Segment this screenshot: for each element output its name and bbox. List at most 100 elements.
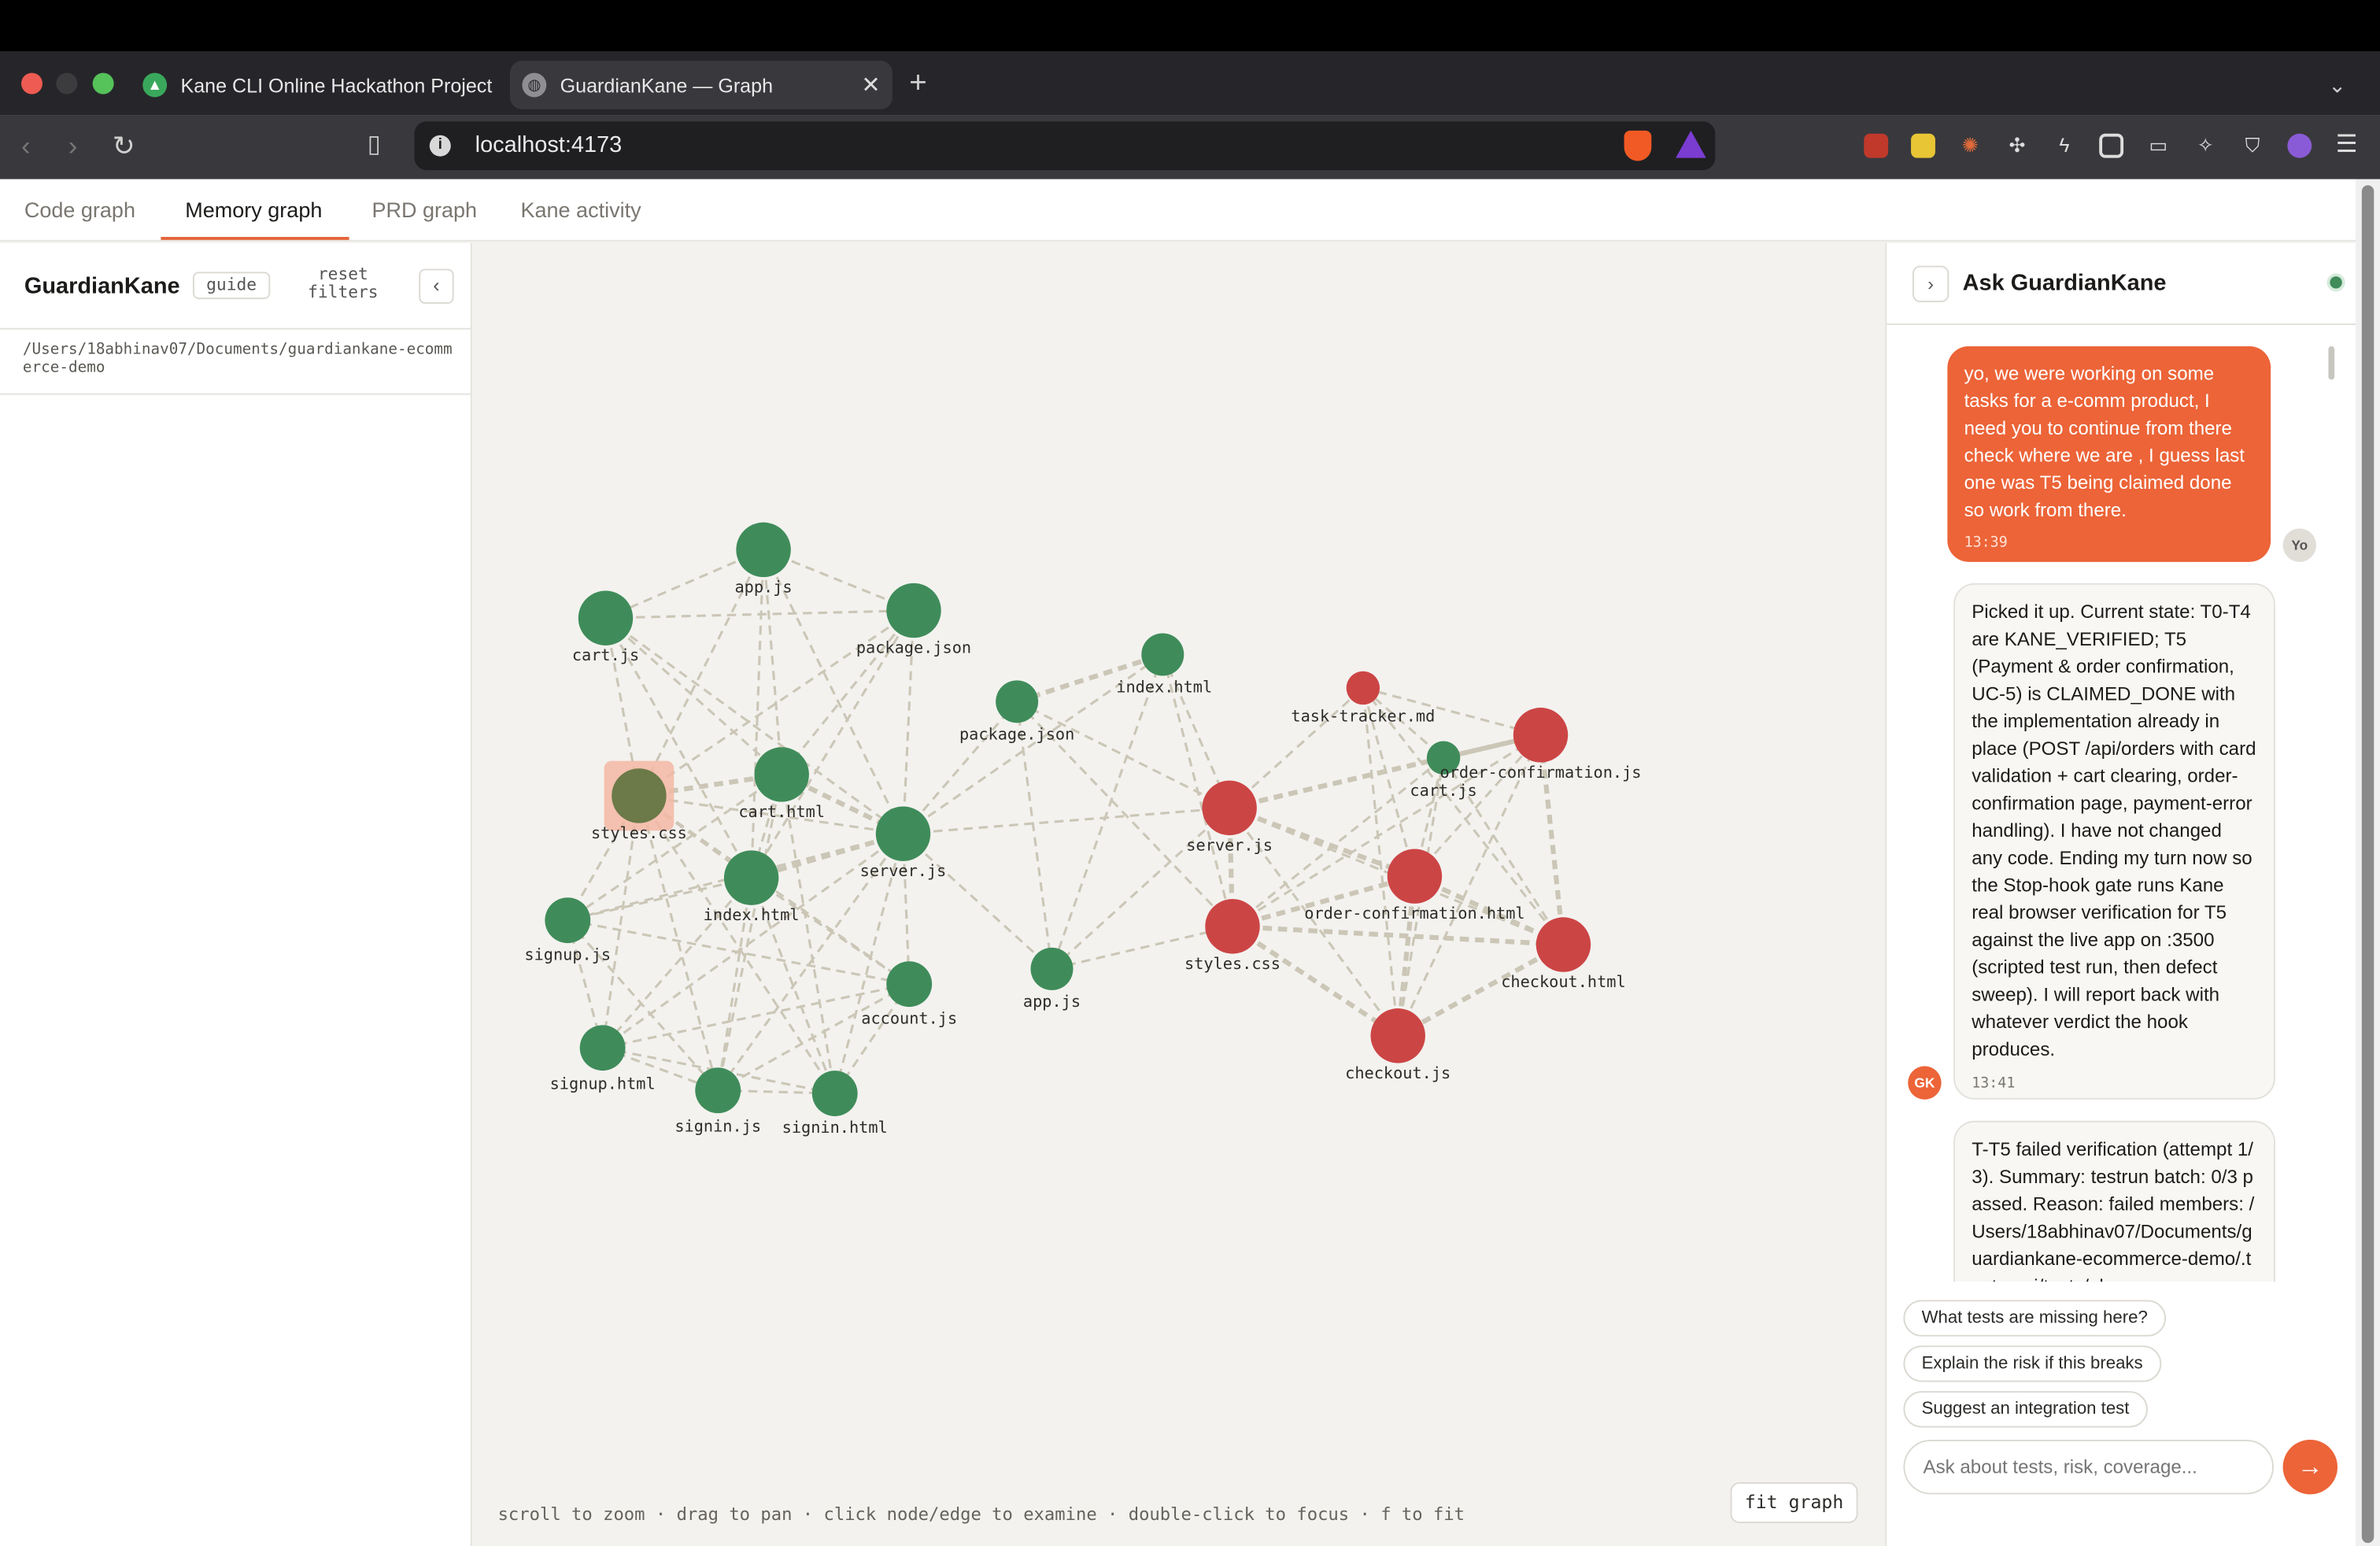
graph-node[interactable]: [695, 1067, 741, 1114]
wallet-icon[interactable]: ▭: [2146, 134, 2171, 158]
graph-edge[interactable]: [1232, 923, 1564, 948]
reset-filters-button[interactable]: reset filters: [298, 265, 389, 302]
graph-node-label: checkout.js: [1345, 1063, 1451, 1082]
graph-node[interactable]: [754, 747, 809, 802]
graph-node[interactable]: [612, 768, 667, 823]
extension-bolt-icon[interactable]: ϟ: [2052, 134, 2076, 158]
graph-edge[interactable]: [781, 609, 915, 775]
brave-rewards-icon[interactable]: [1676, 130, 1706, 158]
sidebar-toggle-icon[interactable]: [2099, 133, 2124, 158]
graph-edge[interactable]: [605, 609, 915, 620]
menu-icon[interactable]: ☰: [2334, 133, 2359, 158]
close-window-icon[interactable]: [20, 72, 42, 94]
chat-title: Ask GuardianKane: [1962, 270, 2167, 297]
reload-icon[interactable]: ↻: [113, 131, 135, 161]
graph-node-label: app.js: [1023, 992, 1081, 1011]
graph-node-label: order-confirmation.js: [1440, 763, 1642, 782]
globe-icon: ◍: [522, 72, 547, 98]
graph-node[interactable]: [1370, 1008, 1425, 1063]
sidebar: GuardianKane guide reset filters ‹ /User…: [0, 242, 472, 1546]
graph-edge[interactable]: [1051, 654, 1164, 970]
browser-tab-hackathon[interactable]: ▲ Kane CLI Online Hackathon Project: [131, 61, 495, 109]
chat-input[interactable]: [1903, 1439, 2274, 1495]
graph-node[interactable]: [723, 850, 779, 905]
graph-edge[interactable]: [1231, 924, 1399, 1038]
graph-node[interactable]: [1205, 899, 1260, 954]
fit-graph-button[interactable]: fit graph: [1730, 1481, 1858, 1524]
graph-node[interactable]: [1536, 917, 1591, 972]
graph-edge[interactable]: [902, 833, 1053, 971]
graph-node[interactable]: [736, 522, 791, 578]
extension-fox-icon[interactable]: [1864, 133, 1889, 158]
tab-code-graph[interactable]: Code graph: [24, 198, 135, 222]
graph-node[interactable]: [1141, 633, 1184, 676]
graph-edge[interactable]: [717, 982, 910, 1092]
graph-node-label: account.js: [861, 1008, 957, 1027]
chat-messages: yo, we were working on some tasks for a …: [1885, 325, 2356, 1282]
minimize-window-icon[interactable]: [56, 72, 78, 94]
extension-badge-icon[interactable]: [1911, 133, 1935, 158]
graph-node[interactable]: [996, 680, 1039, 723]
profile-avatar-icon[interactable]: [2287, 133, 2312, 158]
site-info-icon[interactable]: i: [429, 135, 451, 157]
memory-graph-svg[interactable]: app.js cart.js package.json styles.css cart.…: [472, 243, 1885, 1546]
back-icon[interactable]: ‹: [21, 131, 31, 161]
graph-node-label: checkout.html: [1501, 972, 1625, 991]
new-tab-button[interactable]: +: [909, 68, 927, 99]
graph-canvas[interactable]: app.js cart.js package.json styles.css cart.…: [471, 242, 1886, 1546]
expand-chat-icon[interactable]: ›: [1912, 265, 1949, 302]
browser-tab-graph[interactable]: ◍ GuardianKane — Graph ✕: [509, 61, 893, 109]
extension-sparkle-icon[interactable]: ✺: [1958, 134, 1983, 158]
browser-tab-title: GuardianKane — Graph: [560, 73, 774, 97]
page-scroll-thumb[interactable]: [2361, 185, 2374, 1544]
suggestion-explain-risk[interactable]: Explain the risk if this breaks: [1903, 1345, 2161, 1382]
tab-kane-activity[interactable]: Kane activity: [520, 198, 641, 222]
leo-ai-icon[interactable]: ✧: [2193, 134, 2218, 158]
message-time: 13:41: [1972, 1074, 2016, 1093]
graph-node[interactable]: [579, 1025, 626, 1071]
collapse-sidebar-icon[interactable]: ‹: [419, 268, 454, 304]
graph-node[interactable]: [1513, 708, 1569, 763]
graph-node-label: package.json: [856, 638, 971, 657]
brave-shield-icon[interactable]: [1624, 130, 1652, 161]
graph-node-label: cart.js: [572, 645, 639, 664]
extensions-puzzle-icon[interactable]: ✣: [2005, 134, 2030, 158]
graph-node[interactable]: [886, 583, 941, 638]
close-tab-icon[interactable]: ✕: [861, 72, 880, 99]
vpn-shield-icon[interactable]: ⛉: [2241, 134, 2265, 158]
graph-node-label: package.json: [959, 725, 1074, 744]
forward-icon[interactable]: ›: [68, 131, 78, 161]
graph-node-label: index.html: [1116, 678, 1212, 697]
graph-node[interactable]: [1387, 849, 1443, 904]
suggestion-integration-test[interactable]: Suggest an integration test: [1903, 1391, 2148, 1428]
graph-node-label: server.js: [860, 861, 947, 880]
graph-node[interactable]: [1202, 780, 1257, 836]
graph-node[interactable]: [1346, 671, 1380, 705]
url-text: localhost:4173: [475, 131, 623, 158]
tab-prd-graph[interactable]: PRD graph: [371, 198, 477, 222]
suggestion-missing-tests[interactable]: What tests are missing here?: [1903, 1300, 2166, 1337]
graph-node-label: cart.js: [1410, 781, 1476, 800]
graph-node[interactable]: [811, 1071, 858, 1117]
graph-node[interactable]: [886, 961, 933, 1008]
guide-button[interactable]: guide: [192, 272, 271, 300]
graph-node[interactable]: [875, 806, 931, 861]
graph-edge[interactable]: [1051, 807, 1231, 971]
assistant-message: Picked it up. Current state: T0-T4 are K…: [1953, 583, 2275, 1100]
graph-node[interactable]: [545, 897, 591, 944]
send-button[interactable]: →: [2282, 1439, 2338, 1495]
graph-edge[interactable]: [903, 806, 1230, 835]
graph-hint: scroll to zoom · drag to pan · click nod…: [497, 1503, 1465, 1525]
graph-node[interactable]: [578, 590, 634, 645]
graph-node[interactable]: [1030, 947, 1074, 990]
project-path: /Users/18abhinav07/Documents/guardiankan…: [22, 342, 453, 377]
maximize-window-icon[interactable]: [92, 72, 114, 94]
bookmark-icon[interactable]: ▯: [368, 131, 381, 161]
assistant-message: T-T5 failed verification (attempt 1/3). …: [1953, 1120, 2275, 1282]
graph-edge[interactable]: [716, 774, 783, 1091]
status-dot-icon: [2330, 276, 2342, 289]
graph-node-label: signin.js: [674, 1116, 761, 1135]
tab-memory-graph[interactable]: Memory graph: [185, 198, 322, 222]
tab-list-chevron-icon[interactable]: ⌄: [2328, 70, 2346, 101]
graph-edge[interactable]: [604, 617, 783, 776]
